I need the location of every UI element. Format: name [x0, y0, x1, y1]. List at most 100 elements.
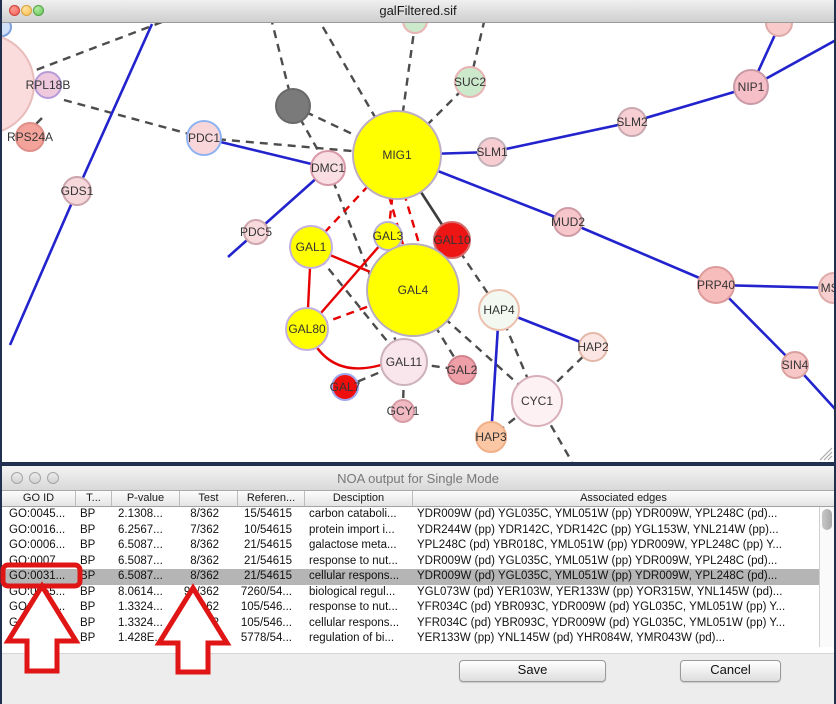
node-label-GCY1: GCY1 [387, 404, 420, 418]
cell-associated: YPL248C (pd) YBR018C, YML051W (pp) YDR00… [413, 538, 834, 554]
cell-description: response to nut... [305, 554, 413, 570]
cell-reference: 5778/54... [238, 631, 305, 647]
cell-test: 11/362 [180, 616, 238, 632]
cell-description: biological regul... [305, 585, 413, 601]
table-row[interactable]: GO:0031...BP1.3324...11/362105/546...cel… [2, 616, 834, 632]
network-titlebar[interactable]: galFiltered.sif [2, 0, 834, 23]
node-label-MIG1: MIG1 [382, 148, 412, 162]
cell-associated: YDR244W (pp) YDR142C, YDR142C (pp) YGL15… [413, 523, 834, 539]
cell-type: BP [76, 569, 112, 585]
noa-titlebar[interactable]: NOA output for Single Mode [2, 466, 834, 491]
cell-associated: YDR009W (pd) YGL035C, YML051W (pp) YDR00… [413, 507, 834, 523]
cell-go_id: GO:0031... [2, 569, 76, 585]
cancel-button[interactable]: Cancel [680, 660, 781, 682]
network-canvas[interactable]: RPL18B RPS24A GDS1 PDC1 PDC5 DMC1 SUC2 MIG1 SLM1… [2, 0, 834, 462]
cell-go_id: GO:0050... [2, 631, 76, 647]
vertical-scrollbar[interactable] [819, 507, 834, 647]
cell-go_id: GO:0007... [2, 554, 76, 570]
resize-grip[interactable] [824, 452, 832, 460]
network-edge-blue [632, 87, 751, 122]
cell-associated: YDR009W (pd) YGL035C, YML051W (pp) YDR00… [413, 569, 834, 585]
node-label-MUD2: MUD2 [551, 215, 585, 229]
cell-description: response to nut... [305, 600, 413, 616]
node-label-SUC2: SUC2 [454, 75, 486, 89]
column-header-0[interactable]: GO ID [2, 491, 76, 506]
column-header-3[interactable]: Test [180, 491, 238, 506]
cell-p_value: 2.1308... [112, 507, 180, 523]
table-row[interactable]: GO:0016...BP6.2567...7/36210/54615protei… [2, 523, 834, 539]
cell-reference: 21/54615 [238, 569, 305, 585]
node-label-GAL80: GAL80 [288, 322, 326, 336]
cell-go_id: GO:0045... [2, 507, 76, 523]
cell-associated: YDR009W (pd) YGL035C, YML051W (pp) YDR00… [413, 554, 834, 570]
cell-type: BP [76, 523, 112, 539]
node-label-RPL18B: RPL18B [26, 78, 71, 92]
table-row-selected[interactable]: GO:0031...BP6.5087...8/36221/54615cellul… [2, 569, 834, 585]
column-header-2[interactable]: P-value [112, 491, 180, 506]
node-label-SLM2: SLM2 [616, 115, 648, 129]
cell-go_id: GO:0006... [2, 538, 76, 554]
node-label-GAL3: GAL3 [373, 229, 404, 243]
table-row[interactable]: GO:0007...BP6.5087...8/36221/54615respon… [2, 554, 834, 570]
cell-p_value: 1.3324... [112, 600, 180, 616]
node-label-PDC1: PDC1 [188, 131, 220, 145]
cell-test: 8/362 [180, 507, 238, 523]
cell-test: 11/362 [180, 600, 238, 616]
cell-reference: 7260/54... [238, 585, 305, 601]
cell-test: 8/362 [180, 569, 238, 585]
cell-associated: YER133W (pp) YNL145W (pd) YHR084W, YMR04… [413, 631, 834, 647]
node-label-HAP2: HAP2 [577, 340, 609, 354]
cell-go_id: GO:0031... [2, 600, 76, 616]
network-window: RPL18B RPS24A GDS1 PDC1 PDC5 DMC1 SUC2 MIG1 SLM1… [2, 0, 834, 462]
node-label-SIN4: SIN4 [782, 358, 809, 372]
cell-p_value: 1.428E... [112, 631, 180, 647]
cell-p_value: 8.0614... [112, 585, 180, 601]
scrollbar-thumb[interactable] [822, 509, 832, 530]
table-row[interactable]: GO:0031...BP1.3324...11/362105/546...res… [2, 600, 834, 616]
table-header[interactable]: GO IDT...P-valueTestReferen...Desciption… [2, 491, 834, 507]
cell-type: BP [76, 554, 112, 570]
save-button[interactable]: Save [459, 660, 606, 682]
cell-description: galactose meta... [305, 538, 413, 554]
network-window-title: galFiltered.sif [2, 3, 834, 18]
node-label-GAL7: GAL7 [330, 380, 361, 394]
cell-associated: YFR034C (pd) YBR093C, YDR009W (pd) YGL03… [413, 616, 834, 632]
node-label-GAL11: GAL11 [386, 355, 423, 369]
column-header-1[interactable]: T... [76, 491, 112, 506]
network-edge-blue [77, 24, 152, 191]
node-label-GAL1: GAL1 [296, 240, 327, 254]
table-footer-strip [2, 647, 834, 654]
noa-window-title: NOA output for Single Mode [2, 471, 834, 486]
cell-p_value: 1.3324... [112, 616, 180, 632]
cell-reference: 21/54615 [238, 538, 305, 554]
table-row[interactable]: GO:0045...BP2.1308...8/36215/54615carbon… [2, 507, 834, 523]
cell-test: 94/362 [180, 585, 238, 601]
column-header-4[interactable]: Referen... [238, 491, 305, 506]
node-label-DMC1: DMC1 [311, 161, 345, 175]
table-row[interactable]: GO:0065...BP8.0614...94/3627260/54...bio… [2, 585, 834, 601]
column-header-6[interactable]: Associated edges [413, 491, 834, 506]
node-label-GDS1: GDS1 [61, 184, 94, 198]
node-unlabeled[interactable] [276, 89, 310, 123]
table-row[interactable]: GO:0050...BP1.428E...80/3625778/54...reg… [2, 631, 834, 647]
cell-reference: 21/54615 [238, 554, 305, 570]
network-edge-blue [10, 191, 77, 345]
resize-grip[interactable] [828, 456, 832, 460]
node-label-RPS24A: RPS24A [7, 130, 53, 144]
column-header-5[interactable]: Desciption [305, 491, 413, 506]
node-label-PDC5: PDC5 [240, 225, 272, 239]
node-label-SLM1: SLM1 [476, 145, 508, 159]
cell-type: BP [76, 600, 112, 616]
table-body[interactable]: GO:0045...BP2.1308...8/36215/54615carbon… [2, 507, 834, 647]
node-label-NIP1: NIP1 [738, 80, 765, 94]
cell-go_id: GO:0065... [2, 585, 76, 601]
node-label-HAP4: HAP4 [483, 303, 515, 317]
cell-test: 80/362 [180, 631, 238, 647]
cell-p_value: 6.5087... [112, 569, 180, 585]
cell-reference: 15/54615 [238, 507, 305, 523]
table-row[interactable]: GO:0006...BP6.5087...8/36221/54615galact… [2, 538, 834, 554]
cell-reference: 105/546... [238, 600, 305, 616]
cell-type: BP [76, 538, 112, 554]
cell-reference: 105/546... [238, 616, 305, 632]
network-edge-red-dash [404, 193, 420, 247]
